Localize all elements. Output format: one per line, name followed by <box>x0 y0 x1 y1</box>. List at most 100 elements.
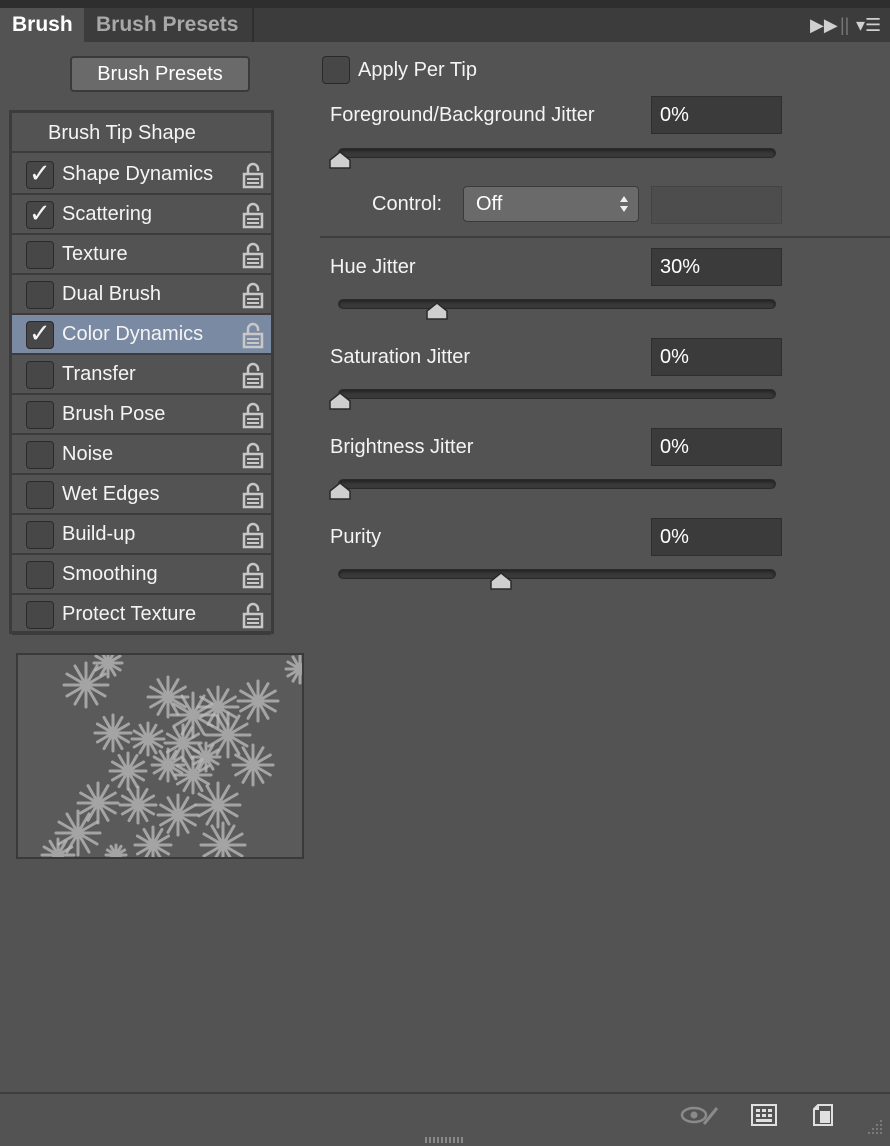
list-item-noise[interactable]: Noise <box>12 435 271 475</box>
list-item-texture[interactable]: Texture <box>12 235 271 275</box>
slider-thumb[interactable] <box>490 572 513 590</box>
lock-open-icon[interactable] <box>241 201 265 229</box>
brush-tip-shape-item[interactable]: Brush Tip Shape <box>12 113 271 153</box>
list-item-shape-dynamics[interactable]: ✓ Shape Dynamics <box>12 155 271 195</box>
brush-dab <box>284 655 302 685</box>
resize-grip-icon[interactable] <box>425 1136 465 1144</box>
fg-bg-jitter-input[interactable]: 0% <box>651 96 782 134</box>
scattering-checkbox[interactable]: ✓ <box>26 198 54 229</box>
brightness-jitter-slider[interactable] <box>329 479 776 500</box>
control-label: Control: <box>372 193 443 215</box>
brightness-jitter-label: Brightness Jitter <box>330 436 474 458</box>
build-up-checkbox[interactable] <box>26 521 54 549</box>
list-item-protect-texture[interactable]: Protect Texture <box>12 595 271 635</box>
brush-dab <box>76 781 120 825</box>
lock-open-icon[interactable] <box>241 161 265 189</box>
lock-open-icon[interactable] <box>241 241 265 269</box>
brush-presets-button[interactable]: Brush Presets <box>70 56 250 92</box>
expand-panels-icon[interactable]: ▶▶ <box>810 12 838 38</box>
checkmark-icon: ✓ <box>29 198 51 228</box>
color-dynamics-label: Color Dynamics <box>62 323 204 345</box>
purity-slider[interactable] <box>338 569 776 590</box>
control-select[interactable]: Off <box>463 186 639 222</box>
brush-dab <box>133 825 173 857</box>
lock-open-icon[interactable] <box>241 441 265 469</box>
list-item-scattering[interactable]: ✓ Scattering <box>12 195 271 235</box>
panel-tab-bar: Brush Brush Presets ▶▶ || ▾☰ <box>0 0 890 42</box>
noise-checkbox[interactable] <box>26 441 54 469</box>
brush-dab <box>108 751 148 791</box>
lock-open-icon[interactable] <box>241 321 265 349</box>
saturation-jitter-label: Saturation Jitter <box>330 346 471 368</box>
resize-corner-icon[interactable] <box>868 1120 884 1136</box>
eye-brush-icon[interactable] <box>680 1102 720 1128</box>
brush-pose-checkbox[interactable] <box>26 401 54 429</box>
list-item-brush-pose[interactable]: Brush Pose <box>12 395 271 435</box>
smoothing-checkbox[interactable] <box>26 561 54 589</box>
new-preset-icon[interactable] <box>810 1102 836 1128</box>
hue-jitter-input[interactable]: 30% <box>651 248 782 286</box>
fg-bg-jitter-slider[interactable] <box>329 148 776 169</box>
transfer-checkbox[interactable] <box>26 361 54 389</box>
lock-open-icon[interactable] <box>241 521 265 549</box>
separator-grip-icon: || <box>840 15 850 35</box>
lock-open-icon[interactable] <box>241 361 265 389</box>
scattering-label: Scattering <box>62 203 153 225</box>
list-item-smoothing[interactable]: Smoothing <box>12 555 271 595</box>
brush-dab <box>118 785 158 825</box>
fg-bg-jitter-label: Foreground/Background Jitter <box>330 104 595 126</box>
apply-per-tip-label: Apply Per Tip <box>358 59 477 81</box>
grid-icon[interactable] <box>751 1102 777 1128</box>
build-up-label: Build-up <box>62 523 136 545</box>
lock-open-icon[interactable] <box>241 401 265 429</box>
smoothing-label: Smoothing <box>62 563 158 585</box>
control-fade-input <box>651 186 782 224</box>
lock-open-icon[interactable] <box>241 281 265 309</box>
brush-dab <box>231 743 275 787</box>
brush-dab <box>93 713 133 753</box>
panel-bottom-bar <box>0 1092 890 1146</box>
brush-pose-label: Brush Pose <box>62 403 166 425</box>
lock-open-icon[interactable] <box>241 601 265 629</box>
slider-thumb[interactable] <box>329 151 351 169</box>
list-item-transfer[interactable]: Transfer <box>12 355 271 395</box>
brush-dab <box>62 661 110 709</box>
list-item-dual-brush[interactable]: Dual Brush <box>12 275 271 315</box>
protect-texture-checkbox[interactable] <box>26 601 54 629</box>
brightness-jitter-input[interactable]: 0% <box>651 428 782 466</box>
lock-open-icon[interactable] <box>241 561 265 589</box>
brush-dab <box>40 837 76 857</box>
panel-menu-icon[interactable]: ▾☰ <box>856 12 881 38</box>
shape-dynamics-label: Shape Dynamics <box>62 163 214 185</box>
brush-dab <box>156 793 200 837</box>
lock-open-icon[interactable] <box>241 481 265 509</box>
slider-thumb[interactable] <box>426 302 448 320</box>
list-item-wet-edges[interactable]: Wet Edges <box>12 475 271 515</box>
apply-per-tip-checkbox[interactable] <box>322 56 350 84</box>
tab-brush[interactable]: Brush <box>0 8 84 42</box>
saturation-jitter-slider[interactable] <box>329 389 776 410</box>
texture-checkbox[interactable] <box>26 241 54 269</box>
transfer-label: Transfer <box>62 363 136 385</box>
protect-texture-label: Protect Texture <box>62 603 197 625</box>
dual-brush-label: Dual Brush <box>62 283 161 305</box>
wet-edges-checkbox[interactable] <box>26 481 54 509</box>
control-select-value: Off <box>476 193 503 215</box>
brush-dab <box>236 679 280 723</box>
dual-brush-checkbox[interactable] <box>26 281 54 309</box>
tab-brush-presets[interactable]: Brush Presets <box>84 8 254 42</box>
purity-input[interactable]: 0% <box>651 518 782 556</box>
brush-dab <box>199 821 247 857</box>
color-dynamics-checkbox[interactable]: ✓ <box>26 318 54 349</box>
section-divider <box>320 236 890 238</box>
list-item-color-dynamics[interactable]: ✓ Color Dynamics <box>12 315 271 355</box>
hue-jitter-slider[interactable] <box>338 299 776 320</box>
purity-label: Purity <box>330 526 382 548</box>
slider-thumb[interactable] <box>329 482 351 500</box>
list-item-build-up[interactable]: Build-up <box>12 515 271 555</box>
slider-thumb[interactable] <box>329 392 351 410</box>
brush-dab <box>104 843 128 857</box>
wet-edges-label: Wet Edges <box>62 483 160 505</box>
saturation-jitter-input[interactable]: 0% <box>651 338 782 376</box>
shape-dynamics-checkbox[interactable]: ✓ <box>26 158 54 189</box>
